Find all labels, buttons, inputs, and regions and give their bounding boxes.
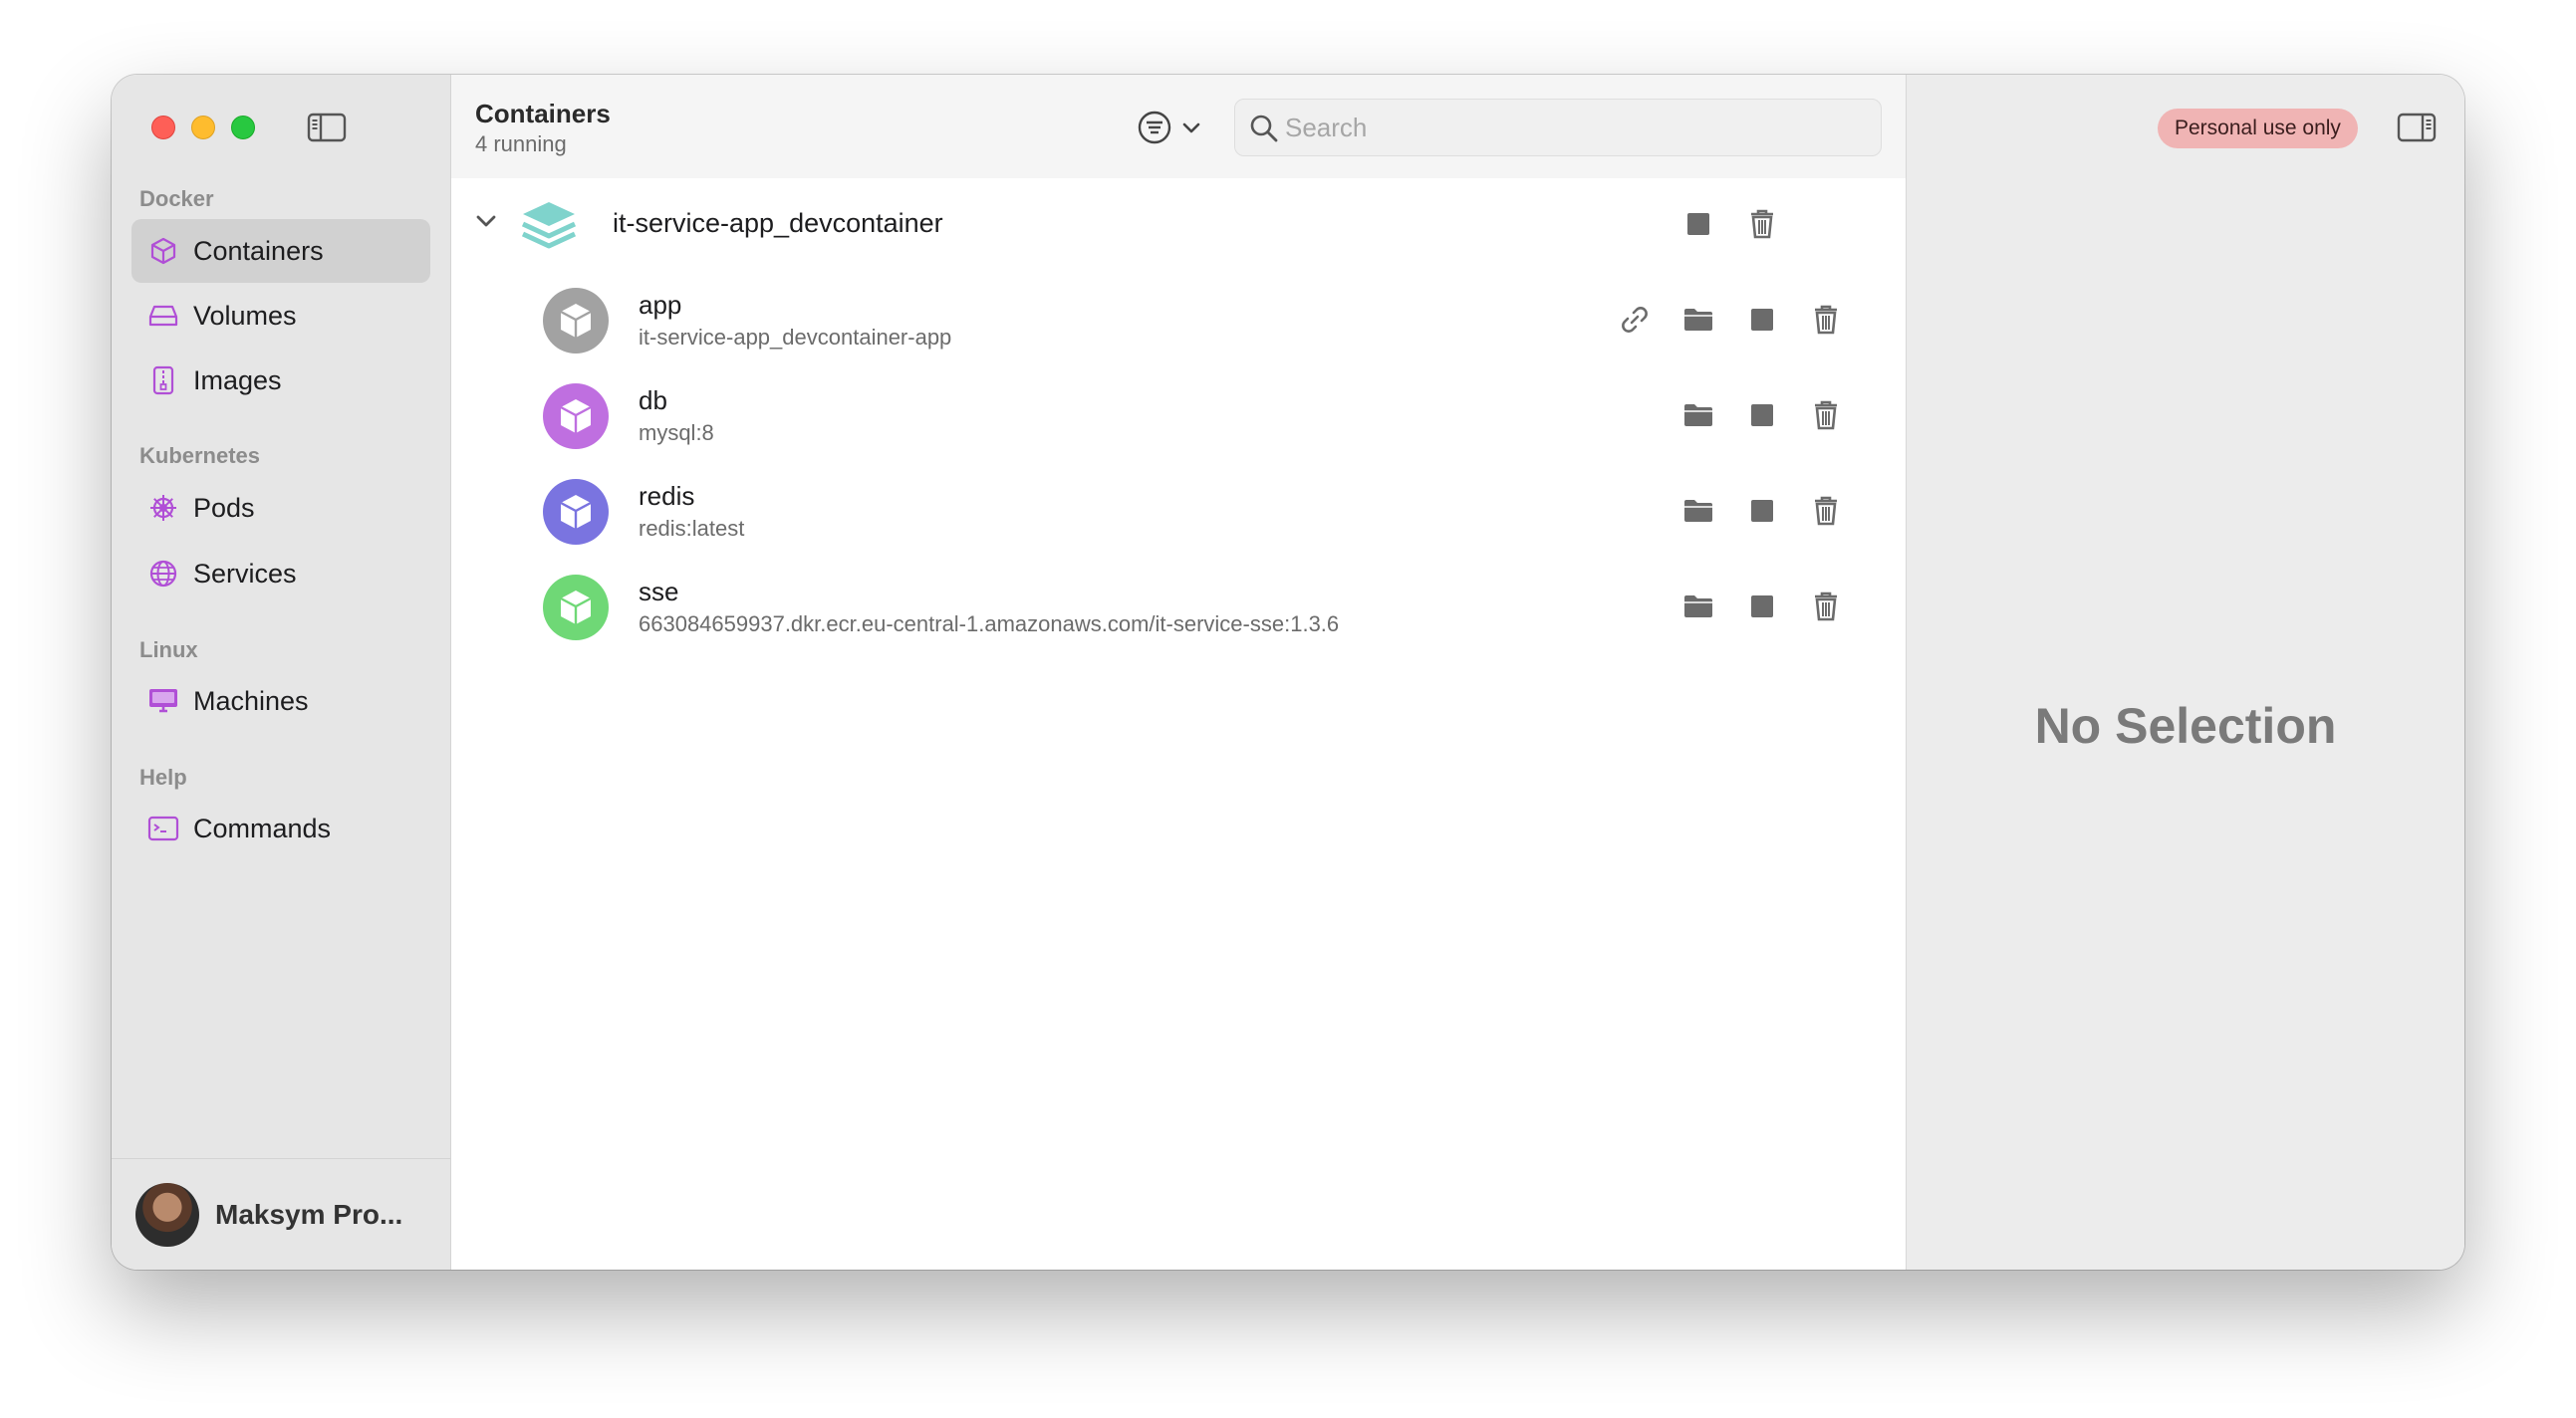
user-account[interactable]: Maksym Pro... <box>112 1158 450 1270</box>
chevron-down-icon[interactable] <box>475 214 497 235</box>
open-folder-button[interactable] <box>1680 493 1716 529</box>
detail-pane: Personal use only No Selection <box>1907 75 2464 1270</box>
container-cube-icon <box>543 479 609 545</box>
section-label-docker: Docker <box>139 186 214 211</box>
toolbar: Containers 4 running <box>451 75 1906 178</box>
container-cube-icon <box>543 288 609 354</box>
container-row[interactable]: db mysql:8 <box>451 369 1906 465</box>
delete-button[interactable] <box>1808 302 1844 338</box>
sidebar-toggle-icon[interactable] <box>307 113 347 142</box>
search-input[interactable] <box>1285 112 1881 143</box>
open-folder-button[interactable] <box>1680 589 1716 624</box>
sidebar-item-pods[interactable]: Pods <box>131 476 430 540</box>
close-window-button[interactable] <box>151 116 175 139</box>
sidebar-item-label: Images <box>193 364 282 395</box>
open-folder-button[interactable] <box>1680 397 1716 433</box>
compose-group-row[interactable]: it-service-app_devcontainer <box>451 178 1906 274</box>
container-name: redis <box>639 481 695 511</box>
container-cube-icon <box>543 383 609 449</box>
stop-button[interactable] <box>1744 302 1780 338</box>
sidebar: Docker Containers Volumes Images Kuberne… <box>112 75 451 1270</box>
helm-icon <box>147 492 179 524</box>
avatar <box>135 1182 199 1247</box>
container-row[interactable]: redis redis:latest <box>451 465 1906 561</box>
sidebar-item-commands[interactable]: Commands <box>131 797 430 860</box>
app-window: Docker Containers Volumes Images Kuberne… <box>112 75 2464 1270</box>
section-label-help: Help <box>139 765 187 790</box>
sidebar-item-containers[interactable]: Containers <box>131 219 430 283</box>
stop-button[interactable] <box>1680 206 1716 242</box>
container-cube-icon <box>543 575 609 640</box>
stop-button[interactable] <box>1744 589 1780 624</box>
container-image: redis:latest <box>639 516 745 541</box>
container-list-pane: Containers 4 running Search it-service-a… <box>451 75 1907 1270</box>
archive-icon <box>147 364 179 396</box>
stop-button[interactable] <box>1744 493 1780 529</box>
search-icon <box>1249 114 1279 148</box>
stack-icon <box>521 200 577 263</box>
zoom-window-button[interactable] <box>231 116 255 139</box>
section-label-kubernetes: Kubernetes <box>139 443 261 468</box>
filter-icon <box>1137 110 1172 150</box>
sidebar-item-machines[interactable]: Machines <box>131 669 430 733</box>
delete-button[interactable] <box>1808 589 1844 624</box>
container-row[interactable]: app it-service-app_devcontainer-app <box>451 274 1906 369</box>
sidebar-item-label: Pods <box>193 492 255 523</box>
terminal-icon <box>147 813 179 844</box>
open-folder-button[interactable] <box>1680 302 1716 338</box>
group-name: it-service-app_devcontainer <box>613 208 943 238</box>
delete-button[interactable] <box>1808 397 1844 433</box>
container-image: it-service-app_devcontainer-app <box>639 325 952 350</box>
monitor-icon <box>147 685 179 717</box>
sidebar-item-images[interactable]: Images <box>131 349 430 412</box>
user-name: Maksym Pro... <box>215 1198 403 1230</box>
container-name: sse <box>639 577 679 606</box>
empty-state-text: No Selection <box>2034 698 2337 754</box>
sidebar-item-label: Commands <box>193 813 332 843</box>
sidebar-item-label: Services <box>193 558 297 589</box>
sidebar-item-services[interactable]: Services <box>131 542 430 605</box>
drive-icon <box>147 300 179 332</box>
section-label-linux: Linux <box>139 637 198 662</box>
filter-menu-button[interactable] <box>1137 110 1200 150</box>
container-row[interactable]: sse 663084659937.dkr.ecr.eu-central-1.am… <box>451 561 1906 656</box>
delete-button[interactable] <box>1808 493 1844 529</box>
stop-button[interactable] <box>1744 397 1780 433</box>
sidebar-item-volumes[interactable]: Volumes <box>131 284 430 348</box>
running-count: 4 running <box>475 131 567 156</box>
inspector-toggle-icon[interactable] <box>2397 113 2437 147</box>
globe-icon <box>147 558 179 590</box>
container-image: 663084659937.dkr.ecr.eu-central-1.amazon… <box>639 611 1340 636</box>
search-field[interactable] <box>1234 99 1882 156</box>
page-title: Containers <box>475 99 611 128</box>
sidebar-item-label: Volumes <box>193 300 297 331</box>
sidebar-item-label: Containers <box>193 235 324 266</box>
container-image: mysql:8 <box>639 420 714 445</box>
container-name: app <box>639 290 682 320</box>
cube-icon <box>147 235 179 267</box>
open-link-button[interactable] <box>1617 302 1653 338</box>
window-controls <box>151 116 255 139</box>
chevron-down-icon <box>1182 121 1200 139</box>
container-name: db <box>639 385 667 415</box>
minimize-window-button[interactable] <box>191 116 215 139</box>
delete-button[interactable] <box>1744 206 1780 242</box>
sidebar-item-label: Machines <box>193 685 309 716</box>
license-badge[interactable]: Personal use only <box>2158 109 2358 148</box>
